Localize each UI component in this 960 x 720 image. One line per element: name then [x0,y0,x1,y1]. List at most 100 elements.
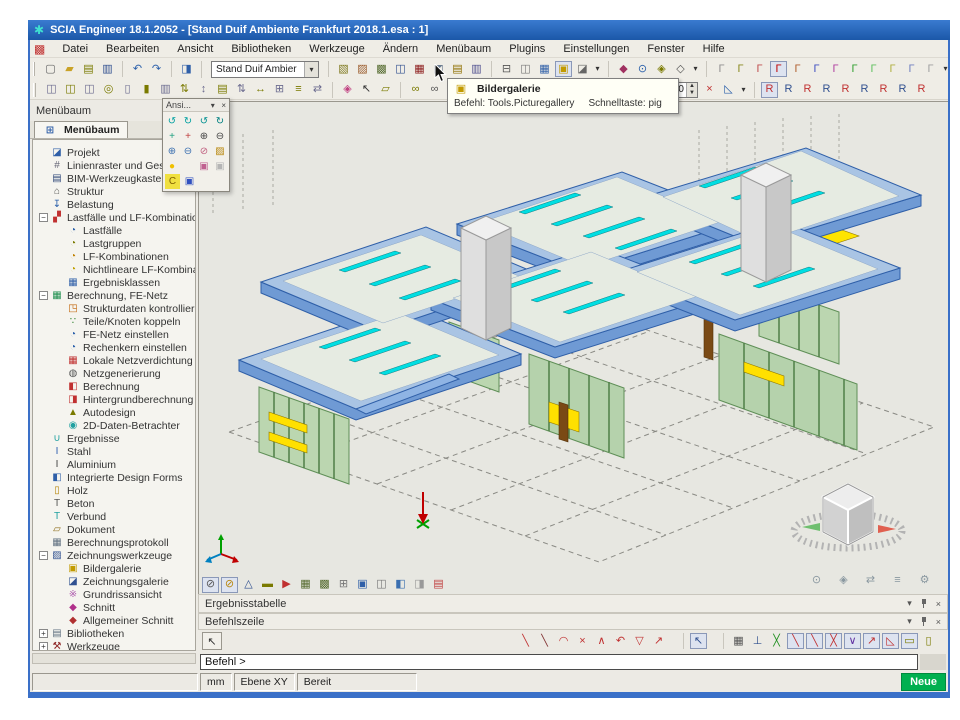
view-folder-icon[interactable]: ▨ [213,144,227,159]
menu-datei[interactable]: Datei [53,42,97,56]
nav-zoom-icon[interactable]: ⊙ [808,572,825,588]
snap-vector-icon[interactable]: ↗ [863,633,880,649]
expand-icon[interactable]: + [39,642,48,651]
chevron-down-icon[interactable]: ▾ [907,616,912,627]
viewport-3d[interactable]: ⊙◈⇄≡⚙ ⊘⊘△▬▶▦▩⊞▣◫◧◨▤ [198,101,948,594]
nav-settings-icon[interactable]: ⚙ [916,572,933,588]
chevron-down-icon[interactable]: ▾ [304,62,318,77]
new-button[interactable]: Neue [901,673,946,691]
angle-icon[interactable]: ◺ [720,82,737,98]
move-view-icon[interactable]: + [181,129,195,144]
chevron-down-icon[interactable]: ▾ [739,82,748,98]
surfaces-icon[interactable]: △ [240,577,257,593]
tree-item-bildergalerie[interactable]: ▣Bildergalerie [33,562,195,575]
supports-icon[interactable]: ▬ [259,577,276,593]
snap-cross-icon[interactable]: ╳ [825,633,842,649]
rotate-view-icon[interactable]: + [165,129,179,144]
rendered-icon[interactable]: ⊘ [221,577,238,593]
drawing-gallery-icon[interactable]: ◪ [574,61,591,77]
tree-item-grundrissansicht[interactable]: ※Grundrissansicht [33,588,195,601]
tree-item-strukturdaten-kontrollieren[interactable]: ◳Strukturdaten kontrollieren [33,302,195,315]
beam-2-icon[interactable]: ◫ [62,82,79,98]
zoom-window-icon[interactable]: ⊕ [165,144,179,159]
undo-icon[interactable]: ↶ [129,61,146,77]
tree-item-berechnung-fe-netz[interactable]: −▦Berechnung, FE-Netz [33,289,195,302]
select-cursor-icon[interactable]: ↖ [358,82,375,98]
result-9-icon[interactable]: R [913,82,930,98]
menu-bibliotheken[interactable]: Bibliotheken [222,42,300,56]
tree-item-teile-knoten-koppeln[interactable]: ∵Teile/Knoten koppeln [33,315,195,328]
node-icon[interactable]: ◎ [100,82,117,98]
tree-item-ergebnisse[interactable]: ∪Ergebnisse [33,432,195,445]
clip-box-icon[interactable]: C [165,174,180,189]
snap-intersect-icon[interactable]: × [574,633,591,649]
menu-ansicht[interactable]: Ansicht [168,42,222,56]
exchange-icon[interactable]: ⇄ [309,82,326,98]
frame-5-icon[interactable]: Γ [789,61,806,77]
tree-item-werkzeuge[interactable]: +⚒Werkzeuge [33,640,195,651]
tree-item-lastgruppen[interactable]: ◔Lastgruppen [33,237,195,250]
window-view-icon[interactable]: ◫ [373,577,390,593]
tree-item-berechnungsprotokoll[interactable]: ▦Berechnungsprotokoll [33,536,195,549]
tree-item-stahl[interactable]: ΙStahl [33,445,195,458]
menu-werkzeuge[interactable]: Werkzeuge [300,42,373,56]
command-input[interactable] [200,654,918,670]
grid-toggle-icon[interactable]: ⊞ [335,577,352,593]
snap-triangle-icon[interactable]: ◺ [882,633,899,649]
save-all-icon[interactable]: ▤ [80,61,97,77]
view-rotate-4-icon[interactable]: ↻ [213,114,227,129]
status-plane[interactable]: Ebene XY [234,673,295,691]
frame-11-icon[interactable]: Γ [903,61,920,77]
panel-results-table[interactable]: Ergebnisstabelle ▾ × [198,594,948,613]
tree-item-verbund[interactable]: TVerbund [33,510,195,523]
nav-swap-icon[interactable]: ⇄ [862,572,879,588]
snap-dir-icon[interactable]: ↗ [650,633,667,649]
snap-ortho-icon[interactable]: ⊥ [749,633,766,649]
collapse-icon[interactable]: − [39,551,48,560]
zoom-in-icon[interactable]: ⊕ [197,129,211,144]
view-box-icon[interactable]: ▣ [182,174,197,189]
panel-command-line[interactable]: Befehlszeile ▾ × [198,613,948,630]
snap-endpoint-icon[interactable]: ╲ [517,633,534,649]
tree-item-2d-daten-betrachter[interactable]: ◉2D-Daten-Betrachter [33,419,195,432]
spinner-buttons[interactable]: ▲▼ [686,83,697,97]
light-icon[interactable]: ● [165,159,179,174]
frame-4-icon[interactable]: Γ [770,61,787,77]
redo-icon[interactable]: ↷ [148,61,165,77]
camera-1-icon[interactable]: ▣ [197,159,211,174]
frame-6-icon[interactable]: Γ [808,61,825,77]
tree-item-hintergrundberechnung[interactable]: ◨Hintergrundberechnung [33,393,195,406]
view-rotate-3-icon[interactable]: ↺ [197,114,211,129]
palette-titlebar[interactable]: Ansi... ▾ × [163,99,229,112]
picture-gallery-icon[interactable]: ▣ [555,61,572,77]
nav-layers-icon[interactable]: ≡ [889,572,906,588]
view-cube[interactable] [790,469,910,564]
frame-2-icon[interactable]: Γ [732,61,749,77]
loads-icon[interactable]: ▶ [278,577,295,593]
tree-item-rechenkern-einstellen[interactable]: ◔Rechenkern einstellen [33,341,195,354]
pin-icon[interactable] [920,617,928,626]
mesh-icon[interactable]: ▦ [297,577,314,593]
snap-tri-icon[interactable]: ▽ [631,633,648,649]
result-4-icon[interactable]: R [818,82,835,98]
zoom-tool-icon[interactable]: ⊙ [634,61,651,77]
project-combo[interactable]: Stand Duif Ambier ▾ [211,61,319,78]
snap-line-1-icon[interactable]: ╲ [787,633,804,649]
frame-1-icon[interactable]: Γ [713,61,730,77]
tree-item-holz[interactable]: ▯Holz [33,484,195,497]
snap-peak-icon[interactable]: ∧ [593,633,610,649]
sidebar-scrollbar[interactable] [32,653,196,664]
frame-10-icon[interactable]: Γ [884,61,901,77]
frame-8-icon[interactable]: Γ [846,61,863,77]
chevron-down-icon[interactable]: ▾ [907,598,912,609]
chevron-down-icon[interactable]: ▾ [211,101,215,110]
frame-9-icon[interactable]: Γ [865,61,882,77]
selection-mode-button[interactable]: ↖ [202,632,222,650]
tree-item-dokument[interactable]: ▱Dokument [33,523,195,536]
snap-arc-icon[interactable]: ↶ [612,633,629,649]
window-layout-icon[interactable]: ◨ [178,61,195,77]
select-poly-icon[interactable]: ▱ [377,82,394,98]
clipboard-pic-icon[interactable]: ◆ [615,61,632,77]
menu-einstellungen[interactable]: Einstellungen [554,42,638,56]
labels-icon[interactable]: ▣ [354,577,371,593]
